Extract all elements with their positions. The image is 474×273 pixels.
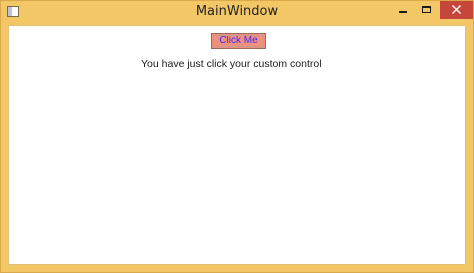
client-area: Click Me You have just click your custom… bbox=[8, 25, 466, 265]
window-icon[interactable] bbox=[7, 6, 19, 17]
click-me-button[interactable]: Click Me bbox=[211, 33, 266, 49]
maximize-button[interactable] bbox=[415, 1, 439, 21]
status-message: You have just click your custom control bbox=[141, 58, 322, 70]
title-bar[interactable]: MainWindow bbox=[1, 1, 473, 25]
minimize-button[interactable] bbox=[391, 1, 415, 21]
main-window: MainWindow Click Me You have just click … bbox=[0, 0, 474, 273]
close-button[interactable] bbox=[440, 1, 473, 19]
close-icon bbox=[452, 5, 461, 14]
